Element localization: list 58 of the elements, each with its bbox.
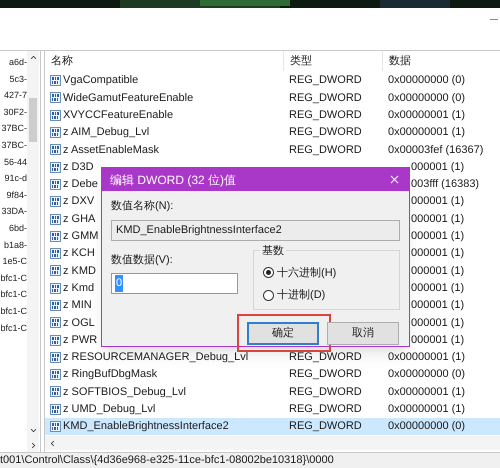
value-data: 000001 (1) [411,332,464,348]
value-data: 000001 (1) [411,160,464,175]
value-data: 000001 (1) [411,280,464,296]
value-type: REG_DWORD [288,108,363,123]
value-type: REG_DWORD [288,419,363,434]
status-path: t001\Control\Class\{4d36e968-e325-11ce-bfc1-08002be10318}\0000 [0,453,334,468]
value-data: 0x00000000 (0) [387,90,466,106]
value-name: z Kmd [63,280,94,296]
value-name: z RESOURCEMANAGER_Debug_Lvl [63,350,248,366]
value-name: z SOFTBIOS_Debug_Lvl [63,384,186,400]
radio-label: 十六进制(H) [277,266,336,280]
value-name: z UMD_Debug_Lvl [63,402,156,418]
value-data: 0x00000000 (0) [387,419,466,434]
value-data: 000001 (1) [411,212,464,227]
value-type: REG_DWORD [288,73,363,88]
value-name: z D3D [63,160,94,175]
value-type: REG_DWORD [288,350,363,366]
value-name: z GMM [63,229,98,244]
value-name: z RingBufDbgMask [63,367,158,382]
value-name: WideGamutFeatureEnable [63,90,194,106]
value-name: z PWR [63,332,98,348]
value-data: 0x00000001 (1) [387,384,466,400]
value-name: z AIM_Debug_Lvl [63,125,150,140]
value-name: z OGL [63,316,95,331]
value-name: VgaCompatible [63,73,138,88]
value-name: z KCH [63,246,95,262]
value-data: 000001 (1) [411,229,464,244]
dialog-title: 编辑 DWORD (32 位)值 [110,172,236,188]
radio-label: 十进制(D) [277,288,326,303]
field-label: 数值名称(N): [111,199,174,214]
value-data: 0x00000001 (1) [387,108,466,123]
value-type: REG_DWORD [288,142,363,158]
value-name: z Debe [63,177,98,192]
value-name: z GHA [63,212,96,227]
value-data: 000001 (1) [411,298,464,314]
field-label: 数值数据(V): [111,252,174,268]
value-data: 0x00000001 (1) [387,125,466,140]
value-data: 0x00000000 (0) [387,367,466,382]
value-name: z DXV [63,194,94,210]
value-type: REG_DWORD [288,384,363,400]
value-data: 0x00003fef (16367) [387,142,484,158]
value-data: 0x00000001 (1) [387,350,466,366]
value-type: REG_DWORD [288,90,363,106]
value-data: 000001 (1) [411,316,464,331]
value-data: 003fff (16383) [411,177,480,192]
value-type: REG_DWORD [288,402,363,418]
value-name: z AssetEnableMask [63,142,159,158]
value-name: XVYCCFeatureEnable [63,108,174,123]
value-data: 0x00000000 (0) [387,73,466,88]
value-type: REG_DWORD [288,367,363,382]
value-data: 0x00000001 (1) [387,402,466,418]
value-type: REG_DWORD [288,125,363,140]
value-name: KMD_EnableBrightnessInterface2 [63,419,229,434]
value-data: 000001 (1) [411,264,464,279]
value-data: 000001 (1) [411,194,464,210]
value-data: 000001 (1) [411,246,464,262]
value-name: z KMD [63,264,96,279]
value-name: z MIN [63,298,92,314]
